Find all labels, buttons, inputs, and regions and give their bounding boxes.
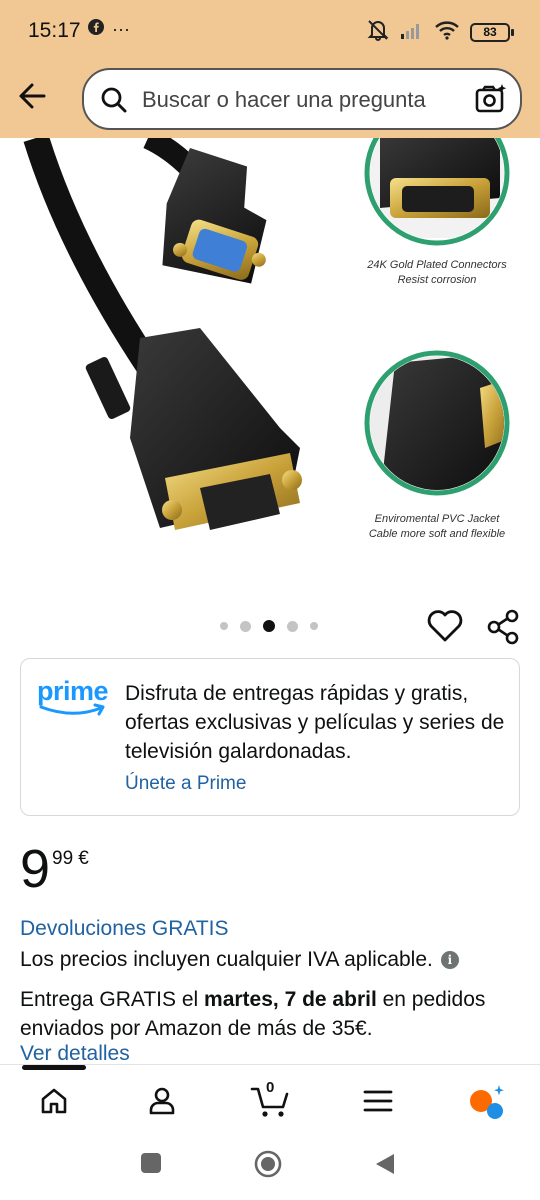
battery-icon: 83 [470, 23, 514, 42]
signal-icon [400, 20, 424, 45]
see-details-link[interactable]: Ver detalles [20, 1042, 130, 1066]
image-carousel-dots [220, 620, 318, 632]
carousel-dot[interactable] [220, 622, 228, 630]
search-header: Buscar o hacer una pregunta [0, 62, 540, 138]
callout-pvc-jacket: Enviromental PVC Jacket Cable more soft … [352, 512, 522, 542]
price-fraction: 99 [52, 848, 74, 869]
join-prime-link[interactable]: Únete a Prime [125, 773, 246, 795]
user-icon [149, 1087, 175, 1115]
assistant-icon [470, 1085, 504, 1119]
delivery-date: martes, 7 de abril [204, 988, 377, 1011]
recent-apps-button[interactable] [140, 1152, 162, 1179]
back-system-button[interactable] [374, 1152, 396, 1181]
callout-circle-gold-connectors [364, 138, 510, 246]
prime-logo-text: prime [37, 676, 109, 706]
vat-text: Los precios incluyen cualquier IVA aplic… [20, 948, 433, 971]
heart-icon [427, 610, 463, 642]
home-system-button[interactable] [254, 1150, 282, 1183]
more-notifications-icon: ··· [112, 19, 130, 39]
nav-home[interactable] [34, 1081, 74, 1121]
back-arrow-icon [19, 83, 46, 109]
carousel-dot[interactable] [240, 620, 251, 632]
nav-account[interactable] [142, 1081, 182, 1121]
circle-icon [254, 1150, 282, 1178]
status-bar: 15:17 ··· 83 [0, 0, 540, 62]
facebook-icon [88, 19, 104, 40]
bottom-navigation: 0 [0, 1064, 540, 1130]
nav-menu[interactable] [358, 1081, 398, 1121]
search-bar[interactable]: Buscar o hacer una pregunta [82, 68, 522, 130]
prime-description: Disfruta de entregas rápidas y gratis, o… [125, 682, 505, 763]
product-price: 9 99 € [20, 838, 89, 900]
home-icon [41, 1088, 67, 1114]
info-icon[interactable]: i [440, 951, 459, 969]
nav-assistant[interactable] [466, 1081, 506, 1121]
menu-icon [363, 1090, 393, 1112]
carousel-dot[interactable] [310, 622, 318, 630]
callout-gold-connectors-line2: Resist corrosion [397, 274, 477, 286]
wishlist-button[interactable] [426, 608, 464, 644]
search-input[interactable]: Buscar o hacer una pregunta [142, 87, 426, 113]
product-image[interactable]: 24K Gold Plated Connectors Resist corros… [0, 138, 540, 608]
callout-gold-connectors: 24K Gold Plated Connectors Resist corros… [352, 258, 522, 288]
share-button[interactable] [484, 608, 522, 646]
free-returns-link[interactable]: Devoluciones GRATIS [20, 917, 229, 941]
share-icon [487, 609, 519, 645]
delivery-prefix: Entrega GRATIS el [20, 988, 205, 1011]
search-icon [100, 86, 128, 119]
carousel-dot-active[interactable] [263, 620, 275, 632]
camera-search-icon[interactable] [474, 82, 508, 121]
price-whole: 9 [20, 839, 51, 899]
callout-gold-connectors-line1: 24K Gold Plated Connectors [367, 259, 507, 271]
nav-cart[interactable]: 0 [250, 1079, 290, 1121]
status-right-icons: 83 [366, 19, 514, 46]
system-navigation-bar [0, 1130, 540, 1200]
square-icon [141, 1153, 161, 1173]
callout-pvc-jacket-line1: Enviromental PVC Jacket [374, 513, 500, 525]
mute-icon [366, 19, 390, 46]
delivery-info: Entrega GRATIS el martes, 7 de abril en … [20, 985, 520, 1043]
cart-count: 0 [266, 1079, 275, 1096]
prime-logo: prime [37, 677, 111, 719]
back-button[interactable] [14, 76, 54, 116]
callout-pvc-jacket-line2: Cable more soft and flexible [368, 528, 506, 540]
callout-circle-pvc-jacket [364, 350, 510, 496]
price-currency: € [78, 848, 89, 869]
wifi-icon [434, 20, 460, 45]
status-left-icons: ··· [88, 19, 130, 40]
vat-notice: Los precios incluyen cualquier IVA aplic… [20, 948, 459, 972]
status-time: 15:17 [28, 19, 81, 42]
prime-promo-card: prime Disfruta de entregas rápidas y gra… [20, 658, 520, 816]
triangle-back-icon [376, 1154, 394, 1174]
carousel-dot[interactable] [287, 620, 298, 632]
active-tab-indicator [22, 1065, 86, 1070]
